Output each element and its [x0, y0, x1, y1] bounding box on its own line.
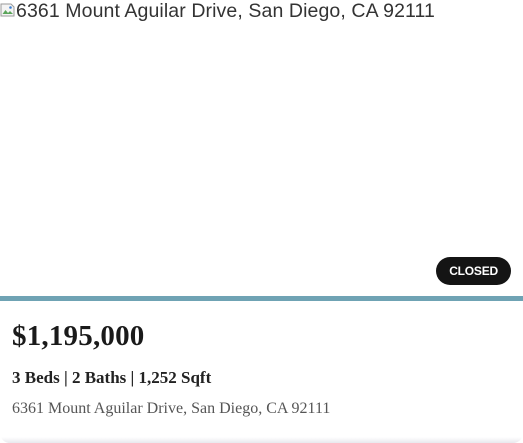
- accent-divider: [0, 296, 523, 301]
- listing-specs: 3 Beds | 2 Baths | 1,252 Sqft: [12, 368, 212, 387]
- listing-price: $1,195,000: [12, 320, 145, 352]
- image-alt-text: 6361 Mount Aguilar Drive, San Diego, CA …: [16, 0, 435, 22]
- listing-photo[interactable]: 6361 Mount Aguilar Drive, San Diego, CA …: [0, 0, 523, 296]
- listing-address[interactable]: 6361 Mount Aguilar Drive, San Diego, CA …: [12, 398, 330, 420]
- broken-image: 6361 Mount Aguilar Drive, San Diego, CA …: [0, 0, 435, 22]
- status-badge: CLOSED: [436, 257, 511, 285]
- listing-card[interactable]: 6361 Mount Aguilar Drive, San Diego, CA …: [0, 0, 523, 443]
- card-bottom-shadow: [0, 437, 523, 443]
- broken-image-icon: [0, 2, 16, 18]
